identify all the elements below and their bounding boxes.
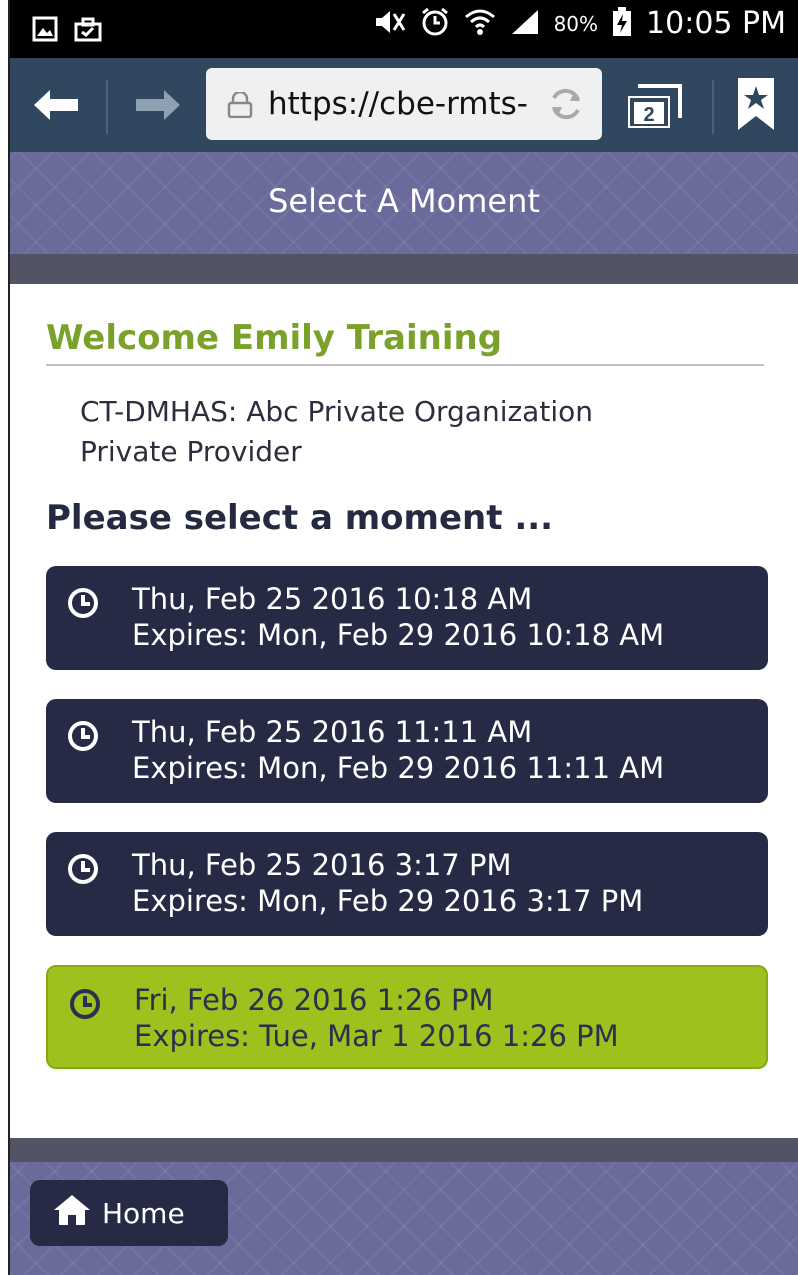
page-footer: Home: [10, 1162, 798, 1275]
moment-date: Thu, Feb 25 2016 10:18 AM: [132, 582, 533, 616]
toolbar-divider: [712, 80, 714, 134]
bookmark-icon[interactable]: [734, 76, 778, 136]
lock-icon: [226, 90, 254, 122]
moment-date: Thu, Feb 25 2016 3:17 PM: [132, 848, 512, 882]
moment-expires: Expires: Mon, Feb 29 2016 11:11 AM: [132, 751, 665, 785]
gallery-icon: [32, 16, 58, 46]
phone-screen: 80% 10:05 PM https://cbe-rmts- 2 Select …: [8, 0, 798, 1275]
tabs-icon[interactable]: 2: [624, 84, 684, 134]
clock-icon: [66, 586, 100, 624]
home-button[interactable]: Home: [30, 1180, 228, 1246]
mute-icon: [372, 8, 406, 40]
home-button-label: Home: [102, 1196, 185, 1230]
moment-date: Fri, Feb 26 2016 1:26 PM: [134, 983, 494, 1017]
signal-icon: [510, 8, 540, 40]
url-text: https://cbe-rmts-: [268, 86, 528, 122]
moment-item[interactable]: Thu, Feb 25 2016 3:17 PM Expires: Mon, F…: [46, 832, 768, 936]
moment-item[interactable]: Thu, Feb 25 2016 10:18 AM Expires: Mon, …: [46, 566, 768, 670]
briefcase-icon: [74, 16, 102, 46]
battery-percent: 80%: [553, 11, 599, 36]
moment-item[interactable]: Thu, Feb 25 2016 11:11 AM Expires: Mon, …: [46, 699, 768, 803]
browser-toolbar: https://cbe-rmts- 2: [10, 58, 798, 152]
toolbar-divider: [106, 80, 108, 134]
alarm-icon: [420, 7, 450, 41]
status-time: 10:05 PM: [646, 6, 786, 41]
welcome-heading: Welcome Emily Training: [46, 318, 764, 366]
select-prompt: Please select a moment ...: [46, 498, 554, 538]
page-header: Select A Moment: [10, 152, 798, 254]
clock-icon: [66, 719, 100, 757]
reload-icon[interactable]: [546, 84, 586, 128]
battery-charging-icon: [612, 6, 632, 41]
moment-expires: Expires: Tue, Mar 1 2016 1:26 PM: [134, 1019, 619, 1053]
organization-info: CT-DMHAS: Abc Private Organization Priva…: [80, 392, 593, 472]
footer-divider: [10, 1138, 798, 1162]
provider-type: Private Provider: [80, 435, 302, 468]
header-divider: [10, 254, 798, 284]
tab-count: 2: [643, 104, 654, 126]
moment-expires: Expires: Mon, Feb 29 2016 3:17 PM: [132, 884, 644, 918]
organization-name: CT-DMHAS: Abc Private Organization: [80, 395, 593, 428]
back-arrow-icon[interactable]: [32, 88, 80, 126]
clock-icon: [66, 852, 100, 890]
wifi-icon: [464, 7, 496, 41]
clock-icon: [68, 987, 102, 1025]
home-icon: [52, 1193, 92, 1234]
address-bar[interactable]: https://cbe-rmts-: [206, 68, 602, 140]
moment-date: Thu, Feb 25 2016 11:11 AM: [132, 715, 533, 749]
page-title: Select A Moment: [268, 182, 540, 220]
forward-arrow-icon[interactable]: [134, 88, 182, 126]
moment-expires: Expires: Mon, Feb 29 2016 10:18 AM: [132, 618, 665, 652]
moment-item-selected[interactable]: Fri, Feb 26 2016 1:26 PM Expires: Tue, M…: [46, 965, 768, 1069]
status-bar: 80% 10:05 PM: [10, 0, 798, 58]
